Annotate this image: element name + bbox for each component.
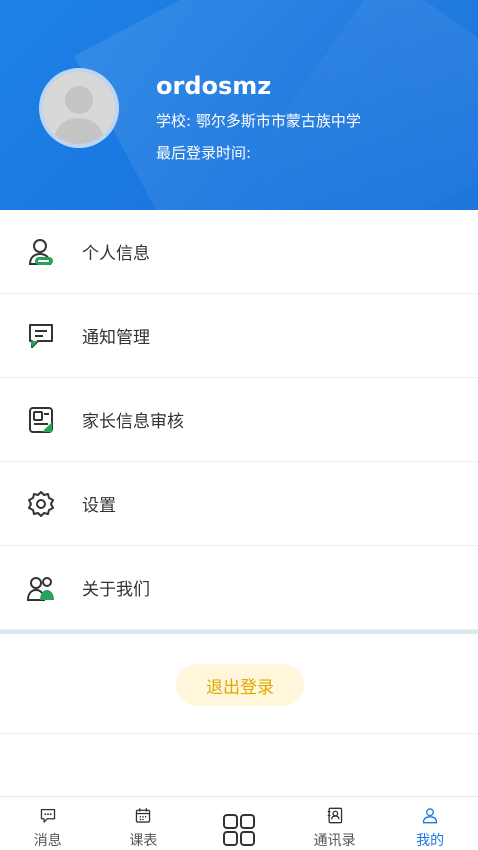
user-card-icon — [26, 237, 56, 267]
logout-button[interactable]: 退出登录 — [176, 664, 304, 706]
menu-item-personal-info[interactable]: 个人信息 — [0, 210, 478, 294]
default-avatar-icon — [43, 72, 115, 144]
menu-item-label: 设置 — [82, 496, 116, 516]
people-icon — [26, 573, 56, 603]
chat-icon — [40, 808, 55, 823]
tab-apps[interactable] — [191, 797, 287, 850]
menu-item-label: 个人信息 — [82, 244, 150, 264]
menu-item-parent-review[interactable]: 家长信息审核 — [0, 378, 478, 462]
menu-item-label: 家长信息审核 — [82, 412, 184, 432]
menu-item-notification-manage[interactable]: 通知管理 — [0, 294, 478, 378]
username: ordosmz — [156, 72, 272, 100]
profile-menu: 个人信息 通知管理 家长信息审核 设置 关于我们 — [0, 210, 478, 630]
tab-messages[interactable]: 消息 — [0, 797, 96, 850]
tab-label: 课表 — [129, 833, 158, 849]
last-login-time: 最后登录时间: — [156, 144, 252, 162]
menu-item-label: 关于我们 — [82, 580, 150, 600]
profile-header: ordosmz 学校: 鄂尔多斯市市蒙古族中学 最后登录时间: — [0, 0, 478, 210]
tab-label: 消息 — [33, 833, 62, 849]
user-icon — [422, 808, 438, 824]
tab-schedule[interactable]: 课表 — [96, 797, 192, 850]
logout-section: 退出登录 — [0, 634, 478, 734]
message-bubble-icon — [26, 321, 56, 351]
menu-item-label: 通知管理 — [82, 328, 150, 348]
menu-item-settings[interactable]: 设置 — [0, 462, 478, 546]
id-card-icon — [26, 405, 56, 435]
gear-icon — [26, 489, 56, 519]
tab-contacts[interactable]: 通讯录 — [287, 797, 383, 850]
bottom-tab-bar: 消息 课表 通讯录 我的 — [0, 796, 478, 850]
tab-label: 通讯录 — [313, 833, 356, 849]
contacts-icon — [327, 807, 342, 824]
menu-item-about-us[interactable]: 关于我们 — [0, 546, 478, 630]
school-name: 学校: 鄂尔多斯市市蒙古族中学 — [156, 112, 361, 130]
calendar-icon — [136, 808, 151, 823]
grid-icon — [222, 814, 255, 846]
tab-label: 我的 — [416, 833, 445, 849]
avatar[interactable] — [39, 68, 119, 148]
tab-mine[interactable]: 我的 — [382, 797, 478, 850]
